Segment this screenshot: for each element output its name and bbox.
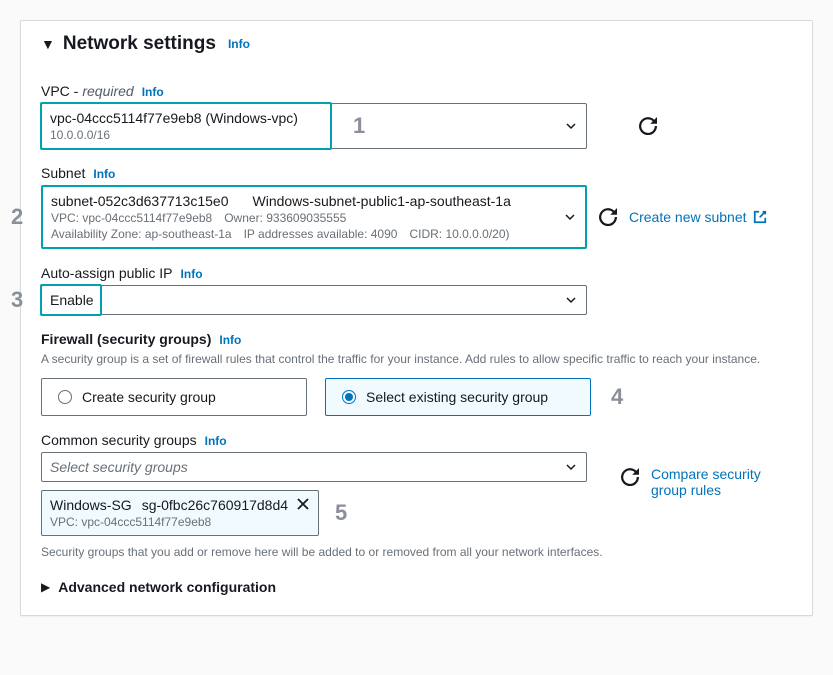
subnet-selected-id: subnet-052c3d637713c15e0: [51, 193, 229, 209]
advanced-config-label: Advanced network configuration: [58, 579, 276, 595]
info-link-vpc[interactable]: Info: [142, 85, 164, 99]
firewall-field: Firewall (security groups) Info A securi…: [41, 331, 792, 416]
sg-refresh-button[interactable]: [621, 468, 639, 486]
radio-create-label: Create security group: [82, 389, 216, 405]
common-sg-placeholder: Select security groups: [50, 459, 188, 475]
subnet-selected-name: Windows-subnet-public1-ap-southeast-1a: [253, 193, 511, 209]
create-subnet-link[interactable]: Create new subnet: [629, 209, 767, 225]
subnet-detail-vpc: VPC: vpc-04ccc5114f77e9eb8: [51, 211, 212, 225]
firewall-help: A security group is a set of firewall ru…: [41, 351, 792, 368]
close-icon: [296, 497, 310, 511]
chevron-down-icon: [566, 459, 576, 475]
callout-4: 4: [611, 384, 623, 410]
sg-chip-vpc: VPC: vpc-04ccc5114f77e9eb8: [50, 515, 288, 529]
panel-header[interactable]: ▼ Network settings Info: [21, 21, 812, 71]
radio-icon: [58, 390, 72, 404]
chevron-down-icon: [565, 209, 575, 225]
subnet-label: Subnet: [41, 165, 85, 181]
radio-existing-label: Select existing security group: [366, 389, 548, 405]
subnet-detail-owner: Owner: 933609035555: [224, 211, 346, 225]
auto-ip-field: Auto-assign public IP Info 3 Enable: [41, 265, 792, 315]
callout-3: 3: [11, 287, 23, 313]
auto-ip-label: Auto-assign public IP: [41, 265, 173, 281]
info-link-subnet[interactable]: Info: [93, 167, 115, 181]
radio-create-sg[interactable]: Create security group: [41, 378, 307, 416]
network-settings-panel: ▼ Network settings Info VPC - required I…: [20, 20, 813, 616]
radio-existing-sg[interactable]: Select existing security group: [325, 378, 591, 416]
vpc-required: required: [82, 83, 133, 99]
common-sg-select[interactable]: Select security groups: [41, 452, 587, 482]
callout-1: 1: [353, 113, 365, 139]
sg-chip-id: sg-0fbc26c760917d8d4: [142, 497, 288, 513]
vpc-label: VPC -: [41, 83, 78, 99]
vpc-selected-name: vpc-04ccc5114f77e9eb8 (Windows-vpc): [50, 110, 298, 126]
vpc-select[interactable]: vpc-04ccc5114f77e9eb8 (Windows-vpc) 10.0…: [41, 103, 587, 149]
caret-down-icon: ▼: [41, 36, 55, 52]
chevron-down-icon: [566, 292, 576, 308]
external-link-icon: [753, 210, 767, 224]
subnet-detail-az: Availability Zone: ap-southeast-1a: [51, 227, 232, 241]
sg-chip-name: Windows-SG: [50, 497, 132, 513]
sg-chip: Windows-SG sg-0fbc26c760917d8d4 VPC: vpc…: [41, 490, 319, 536]
chevron-down-icon: [566, 118, 576, 134]
subnet-field: Subnet Info 2 subnet-052c3d637713c15e0 W…: [41, 165, 792, 249]
subnet-select[interactable]: subnet-052c3d637713c15e0 Windows-subnet-…: [41, 185, 587, 249]
advanced-config-toggle[interactable]: ▶ Advanced network configuration: [41, 579, 792, 595]
vpc-field: VPC - required Info vpc-04ccc5114f77e9eb…: [41, 83, 792, 149]
auto-ip-value: Enable: [50, 292, 94, 308]
common-sg-help: Security groups that you add or remove h…: [41, 544, 792, 561]
compare-sg-link[interactable]: Compare security group rules: [651, 466, 771, 498]
info-link-header[interactable]: Info: [228, 37, 250, 51]
radio-icon: [342, 390, 356, 404]
subnet-detail-cidr: CIDR: 10.0.0.0/20): [409, 227, 509, 241]
caret-right-icon: ▶: [41, 580, 50, 594]
callout-2: 2: [11, 204, 23, 230]
common-sg-label: Common security groups: [41, 432, 197, 448]
vpc-selected-cidr: 10.0.0.0/16: [50, 128, 110, 142]
info-link-commonsg[interactable]: Info: [205, 434, 227, 448]
subnet-refresh-button[interactable]: [599, 208, 617, 226]
info-link-autoip[interactable]: Info: [181, 267, 203, 281]
auto-ip-select[interactable]: Enable: [41, 285, 587, 315]
vpc-refresh-button[interactable]: [639, 117, 657, 135]
panel-title: Network settings: [63, 33, 216, 55]
subnet-detail-ips: IP addresses available: 4090: [244, 227, 398, 241]
firewall-label: Firewall (security groups): [41, 331, 211, 347]
chip-remove-button[interactable]: [296, 497, 310, 514]
callout-5: 5: [335, 500, 347, 526]
common-sg-field: Common security groups Info Select secur…: [41, 432, 792, 561]
info-link-firewall[interactable]: Info: [219, 333, 241, 347]
